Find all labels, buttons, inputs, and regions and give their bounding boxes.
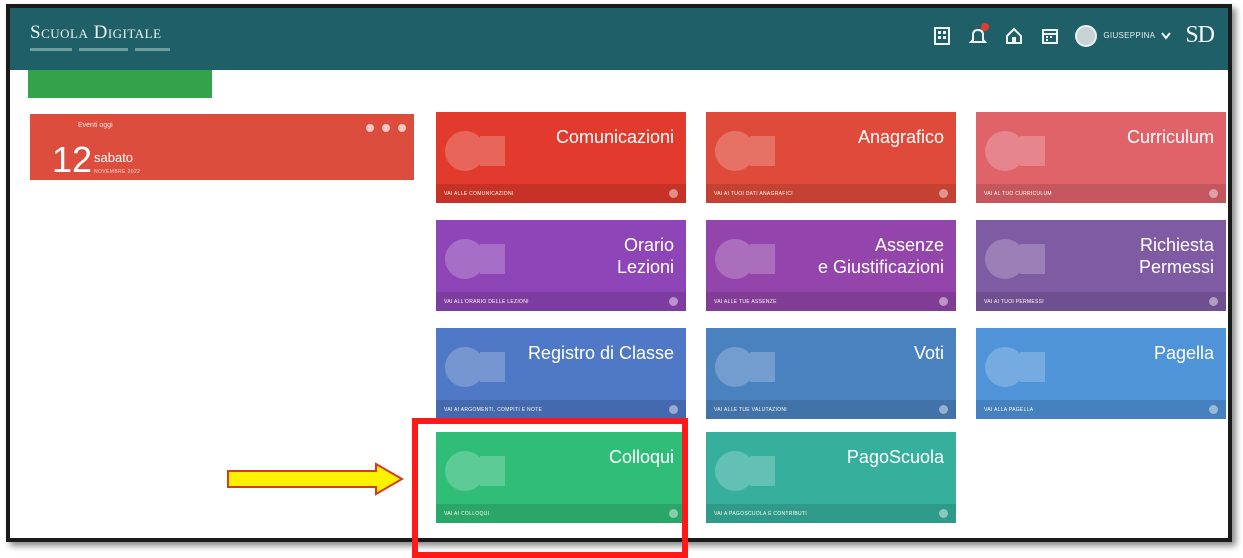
toolbar-icons: GIUSEPPINA SD [931, 22, 1215, 49]
tile-footer[interactable]: VAI AL TUO CURRICULUM [976, 184, 1226, 203]
agenda-dot[interactable] [382, 124, 390, 132]
tile-footer[interactable]: VAI ALLE TUE ASSENZE [706, 292, 956, 311]
arrow-right-icon[interactable] [939, 297, 948, 306]
brand-title[interactable]: Scuola Digitale [30, 22, 162, 44]
tile-title: Richiesta Permessi [1138, 235, 1214, 277]
tile-watermark-icon [710, 234, 780, 284]
tile-title: Anagrafico [857, 127, 944, 147]
tile-link[interactable]: VAI ALLE COMUNICAZIONI [444, 191, 514, 197]
agenda-month-year: NOVEMBRE 2022 [94, 169, 141, 175]
tile-link[interactable]: VAI ALLE TUE VALUTAZIONI [714, 407, 787, 413]
tile-title: Assenze e Giustificazioni [817, 235, 944, 277]
tile-footer[interactable]: VAI ALL'ORARIO DELLE LEZIONI [436, 292, 686, 311]
tile-curriculum[interactable]: Curriculum VAI AL TUO CURRICULUM [976, 112, 1226, 203]
tile-link[interactable]: VAI ALLA PAGELLA [984, 407, 1033, 413]
tile-footer[interactable]: VAI ALLA PAGELLA [976, 400, 1226, 419]
tile-watermark-icon [440, 126, 510, 176]
tile-watermark-icon [980, 342, 1050, 392]
tile-title: Registro di Classe [527, 343, 674, 363]
agenda-controls [366, 124, 406, 132]
user-menu[interactable]: GIUSEPPINA [1075, 24, 1172, 47]
agenda-widget[interactable]: Eventi oggi 12 sabato NOVEMBRE 2022 [30, 114, 414, 180]
tile-watermark-icon [980, 126, 1050, 176]
tile-title: PagoScuola [846, 447, 944, 467]
tile-link[interactable]: VAI AL TUO CURRICULUM [984, 191, 1052, 197]
tile-comunicazioni[interactable]: Comunicazioni VAI ALLE COMUNICAZIONI [436, 112, 686, 203]
tile-watermark-icon [710, 126, 780, 176]
tile-title: Orario Lezioni [616, 235, 674, 277]
tile-title: Curriculum [1126, 127, 1214, 147]
user-name: GIUSEPPINA [1103, 31, 1156, 40]
tile-link[interactable]: VAI AI TUOI DATI ANAGRAFICI [714, 191, 793, 197]
tile-link[interactable]: VAI ALLE TUE ASSENZE [714, 299, 777, 305]
tile-link[interactable]: VAI AI TUOI PERMESSI [984, 299, 1044, 305]
tile-pagoscuola[interactable]: PagoScuola VAI A PAGOSCUOLA E CONTRIBUTI [706, 432, 956, 523]
tile-voti[interactable]: Voti VAI ALLE TUE VALUTAZIONI [706, 328, 956, 419]
arrow-right-icon[interactable] [669, 405, 678, 414]
tile-footer[interactable]: VAI AI TUOI DATI ANAGRAFICI [706, 184, 956, 203]
arrow-right-icon[interactable] [1209, 297, 1218, 306]
green-tab [28, 70, 212, 98]
tile-title: Pagella [1153, 343, 1214, 363]
tile-orario-lezioni[interactable]: Orario Lezioni VAI ALL'ORARIO DELLE LEZIO… [436, 220, 686, 311]
tile-footer[interactable]: VAI AI TUOI PERMESSI [976, 292, 1226, 311]
tile-watermark-icon [440, 342, 510, 392]
calendar-icon[interactable] [1039, 25, 1061, 47]
tile-title: Voti [913, 343, 944, 363]
arrow-right-icon[interactable] [669, 189, 678, 198]
tile-link[interactable]: VAI ALL'ORARIO DELLE LEZIONI [444, 299, 529, 305]
tile-watermark-icon [710, 342, 780, 392]
arrow-right-icon[interactable] [669, 297, 678, 306]
agenda-dot[interactable] [366, 124, 374, 132]
arrow-right-icon[interactable] [1209, 405, 1218, 414]
bell-icon[interactable] [967, 22, 990, 47]
arrow-right-icon[interactable] [939, 189, 948, 198]
tile-pagella[interactable]: Pagella VAI ALLA PAGELLA [976, 328, 1226, 419]
agenda-day-number: 12 [52, 139, 93, 180]
tile-link[interactable]: VAI A PAGOSCUOLA E CONTRIBUTI [714, 511, 807, 517]
tile-watermark-icon [440, 234, 510, 284]
tile-richiesta-permessi[interactable]: Richiesta Permessi VAI AI TUOI PERMESSI [976, 220, 1226, 311]
highlight-box [412, 418, 688, 558]
tile-title: Comunicazioni [555, 127, 674, 147]
agenda-event-label: Eventi oggi [78, 122, 113, 129]
tile-footer[interactable]: VAI AI ARGOMENTI, COMPITI E NOTE [436, 400, 686, 419]
arrow-right-icon[interactable] [1209, 189, 1218, 198]
building-icon[interactable] [931, 25, 953, 47]
chevron-down-icon [1161, 31, 1172, 40]
avatar [1075, 24, 1098, 47]
tile-footer[interactable]: VAI ALLE COMUNICAZIONI [436, 184, 686, 203]
tile-footer[interactable]: VAI ALLE TUE VALUTAZIONI [706, 400, 956, 419]
arrow-right-icon[interactable] [939, 405, 948, 414]
agenda-dot[interactable] [398, 124, 406, 132]
sd-logo[interactable]: SD [1185, 22, 1215, 49]
notification-badge [981, 22, 990, 31]
arrow-right-icon[interactable] [939, 509, 948, 518]
pointer-arrow [226, 462, 406, 501]
tile-watermark-icon [710, 446, 780, 496]
tile-footer[interactable]: VAI A PAGOSCUOLA E CONTRIBUTI [706, 504, 956, 523]
agenda-weekday: sabato [94, 150, 134, 165]
tile-assenze[interactable]: Assenze e Giustificazioni VAI ALLE TUE AS… [706, 220, 956, 311]
tile-link[interactable]: VAI AI ARGOMENTI, COMPITI E NOTE [444, 407, 542, 413]
tile-anagrafico[interactable]: Anagrafico VAI AI TUOI DATI ANAGRAFICI [706, 112, 956, 203]
brand-underline [30, 48, 170, 51]
tile-registro-classe[interactable]: Registro di Classe VAI AI ARGOMENTI, COMP… [436, 328, 686, 419]
top-bar: Scuola Digitale GIUSEPPINA SD [10, 8, 1228, 70]
tile-watermark-icon [980, 234, 1050, 284]
home-icon[interactable] [1003, 25, 1025, 47]
